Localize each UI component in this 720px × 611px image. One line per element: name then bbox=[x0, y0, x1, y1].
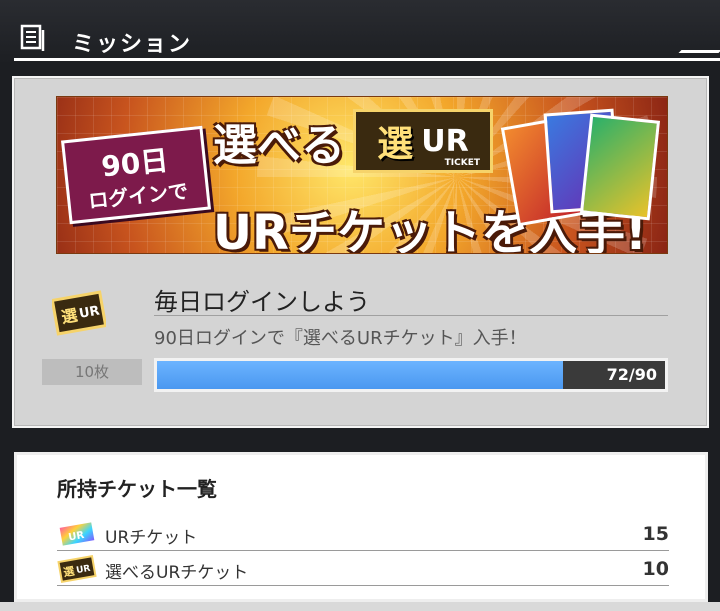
reward-count: 10枚 bbox=[42, 359, 142, 385]
emblem-ur: UR bbox=[421, 123, 469, 159]
card-stack-image bbox=[500, 103, 661, 233]
card-image bbox=[579, 113, 661, 221]
ticket-label: URチケット bbox=[105, 528, 198, 548]
emblem-sub: TICKET bbox=[444, 158, 480, 168]
bottom-strip bbox=[0, 602, 720, 611]
banner-headline: 選べる bbox=[213, 120, 345, 171]
ticket-label: 選べるURチケット bbox=[105, 563, 249, 583]
progress-fill bbox=[157, 361, 564, 389]
mission-title: 毎日ログインしよう bbox=[154, 288, 370, 316]
owned-tickets-title: 所持チケット一覧 bbox=[57, 477, 217, 501]
ticket-row: UR URチケット 15 bbox=[57, 517, 669, 551]
page-title: ミッション bbox=[72, 32, 193, 57]
ticket-count: 10 bbox=[642, 558, 669, 580]
select-ur-ticket-icon: 選 UR bbox=[57, 555, 97, 583]
progress-bar: 72/90 bbox=[154, 358, 668, 392]
owned-tickets-panel: 所持チケット一覧 UR URチケット 15 選 UR 選べるURチケット 10 bbox=[14, 452, 708, 602]
ur-ticket-emblem: 選 UR TICKET bbox=[353, 109, 493, 173]
mission-description: 90日ログインで『選べるURチケット』入手！ bbox=[154, 328, 527, 349]
header-bar: ミッション bbox=[0, 0, 720, 62]
ur-ticket-icon: UR bbox=[57, 520, 97, 548]
emblem-kanji: 選 bbox=[377, 124, 414, 165]
mission-banner[interactable]: 90日 ログインで 選べる 選 UR TICKET URチケットを入手! bbox=[56, 96, 668, 254]
svg-text:選: 選 bbox=[60, 305, 79, 326]
ticket-row: 選 UR 選べるURチケット 10 bbox=[57, 552, 669, 586]
svg-text:選: 選 bbox=[62, 565, 75, 580]
mission-panel: 90日 ログインで 選べる 選 UR TICKET URチケットを入手! 選 U… bbox=[12, 76, 709, 428]
title-divider bbox=[154, 315, 668, 316]
select-ur-ticket-icon: 選 UR bbox=[52, 290, 106, 336]
ticket-count: 15 bbox=[642, 523, 669, 545]
list-icon bbox=[20, 24, 45, 51]
progress-label: 72/90 bbox=[606, 365, 657, 384]
header-divider bbox=[14, 58, 720, 61]
login-days-badge: 90日 ログインで bbox=[60, 125, 212, 225]
